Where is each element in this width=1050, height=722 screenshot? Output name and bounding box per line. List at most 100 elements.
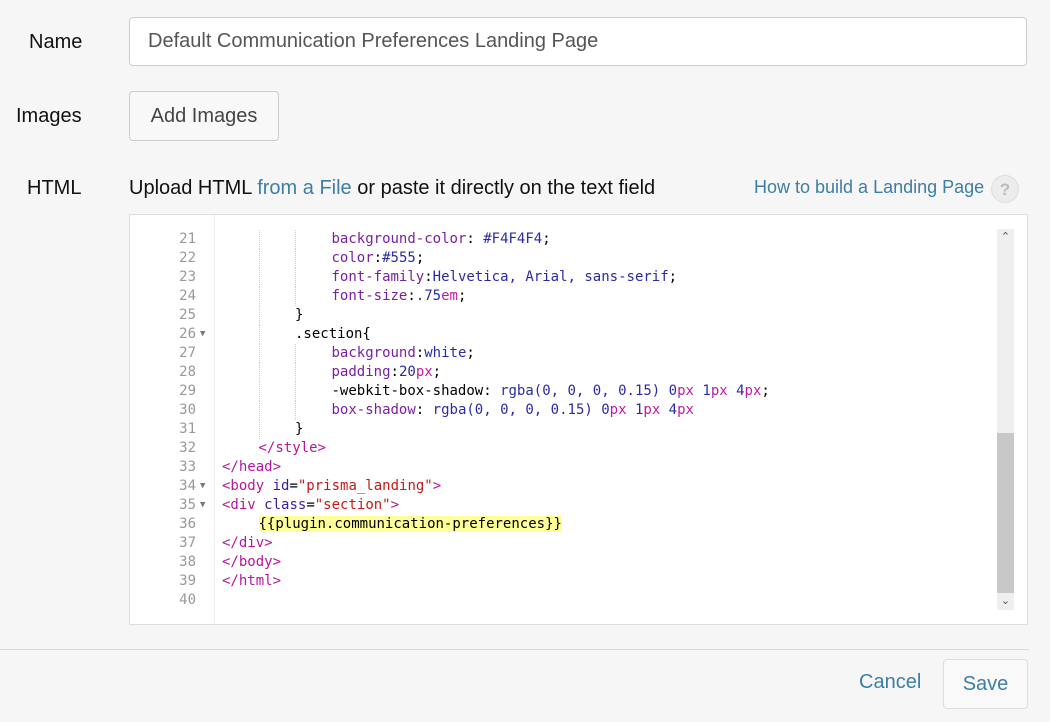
how-to-build-landing-page-link[interactable]: How to build a Landing Page [754,177,984,198]
code-token: color [331,250,374,266]
code-token: #F4F4F4 [483,231,543,247]
indent-guide [258,363,260,382]
fold-arrow-icon[interactable]: ▼ [200,325,205,344]
code-text: box-shadow: rgba(0, 0, 0, 0.15) 0px 1px … [332,401,694,420]
code-line[interactable]: 22 color:#555; [130,249,1027,268]
code-token: : [407,288,416,304]
code-token: 4 [727,383,745,399]
line-number: 22 [179,250,196,266]
code-text: } [295,306,303,325]
code-line[interactable]: 31} [130,420,1027,439]
code-line[interactable]: 36 {{plugin.communication-preferences}} [130,515,1027,534]
line-number: 21 [179,231,196,247]
fold-arrow-icon[interactable]: ▼ [200,477,205,496]
code-text: -webkit-box-shadow: rgba(0, 0, 0, 0.15) … [332,382,770,401]
indent-guide [295,287,296,306]
code-line[interactable]: 32 </style> [130,439,1027,458]
code-line[interactable]: 28 padding:20px; [130,363,1027,382]
code-text: .section{ [295,325,371,344]
indent-guide [295,382,296,401]
code-token: ; [457,288,467,304]
code-text: <body id="prisma_landing"> [222,477,441,496]
indent-guide [258,325,260,344]
code-line[interactable]: 33 </head> [130,458,1027,477]
code-token: 20 [398,364,416,380]
code-line[interactable]: 34 ▼ <body id="prisma_landing"> [130,477,1027,496]
cancel-button[interactable]: Cancel [859,671,921,694]
name-input[interactable] [129,17,1027,66]
code-token: </div> [222,535,273,551]
code-line[interactable]: 25} [130,306,1027,325]
code-line[interactable]: 29 -webkit-box-shadow: rgba(0, 0, 0, 0.15… [130,382,1027,401]
code-line[interactable]: 40 [130,591,1027,610]
code-line[interactable]: 26 ▼ .section{ [130,325,1027,344]
code-token: : [373,250,383,266]
code-line[interactable]: 30 box-shadow: rgba(0, 0, 0, 0.15) 0px 1p… [130,401,1027,420]
help-icon[interactable]: ? [991,175,1019,203]
code-token: .75 [415,288,442,304]
code-token: px [643,402,661,418]
code-token: font-size [331,288,408,304]
code-line[interactable]: 39 </html> [130,572,1027,591]
code-text: color:#555; [332,249,425,268]
scroll-up-icon[interactable]: ⌃ [997,229,1014,246]
upload-prefix: Upload HTML [129,177,258,199]
code-token: 4 [660,402,678,418]
line-number: 36 [179,516,196,532]
code-token: Helvetica, Arial, sans-serif [432,269,669,285]
code-token: em [441,288,458,304]
scroll-thumb[interactable] [997,433,1014,593]
code-token: class [264,497,307,513]
line-number: 24 [179,288,196,304]
code-token: "prisma_landing" [297,478,433,494]
line-number: 28 [179,364,196,380]
code-token: : [415,345,425,361]
code-text: font-size:.75em; [332,287,467,306]
code-line[interactable]: 23 font-family:Helvetica, Arial, sans-ser… [130,268,1027,287]
code-token: > [390,497,400,513]
fold-arrow-icon[interactable]: ▼ [200,496,205,515]
code-line[interactable]: 24 font-size:.75em; [130,287,1027,306]
code-line[interactable]: 27 background:white; [130,344,1027,363]
template-placeholder: {{plugin.communication-preferences}} [258,516,562,532]
code-token: : [390,364,399,380]
code-token: px [677,402,694,418]
code-text: background-color: #F4F4F4; [332,230,551,249]
code-lines[interactable]: 21 background-color: #F4F4F4; 22 color:#555… [130,230,1027,610]
code-token: background-color [331,231,467,247]
code-token: </head> [222,459,282,475]
add-images-button[interactable]: Add Images [129,91,279,141]
code-token: : [424,269,433,285]
line-number: 31 [179,421,196,437]
code-token: "section" [314,497,391,513]
editor-scrollbar[interactable]: ⌃ ⌄ [997,229,1014,610]
code-token: #555 [382,250,416,266]
code-text: } [295,420,303,439]
code-token: white [424,345,467,361]
code-line[interactable]: 38 </body> [130,553,1027,572]
scroll-down-icon[interactable]: ⌄ [997,593,1014,610]
line-number: 27 [179,345,196,361]
code-line[interactable]: 21 background-color: #F4F4F4; [130,230,1027,249]
upload-instructions: Upload HTML from a File or paste it dire… [129,177,655,200]
from-file-link[interactable]: from a File [257,177,351,199]
code-text: </style> [259,439,326,458]
indent-guide [258,382,260,401]
html-code-editor[interactable]: 21 background-color: #F4F4F4; 22 color:#555… [129,214,1028,625]
code-token: px [677,383,694,399]
save-button[interactable]: Save [943,659,1028,709]
indent-guide [295,268,296,287]
line-number: 39 [179,573,196,589]
code-token: > [432,478,442,494]
code-token: background [331,345,416,361]
indent-guide [295,363,296,382]
code-text: background:white; [332,344,475,363]
code-line[interactable]: 35 ▼ <div class="section"> [130,496,1027,515]
indent-guide [258,287,260,306]
code-token: px [744,383,762,399]
code-token: font-family [331,269,425,285]
code-text: </head> [222,458,281,477]
code-token: ; [668,269,678,285]
code-token: 1 [693,383,711,399]
code-line[interactable]: 37 </div> [130,534,1027,553]
